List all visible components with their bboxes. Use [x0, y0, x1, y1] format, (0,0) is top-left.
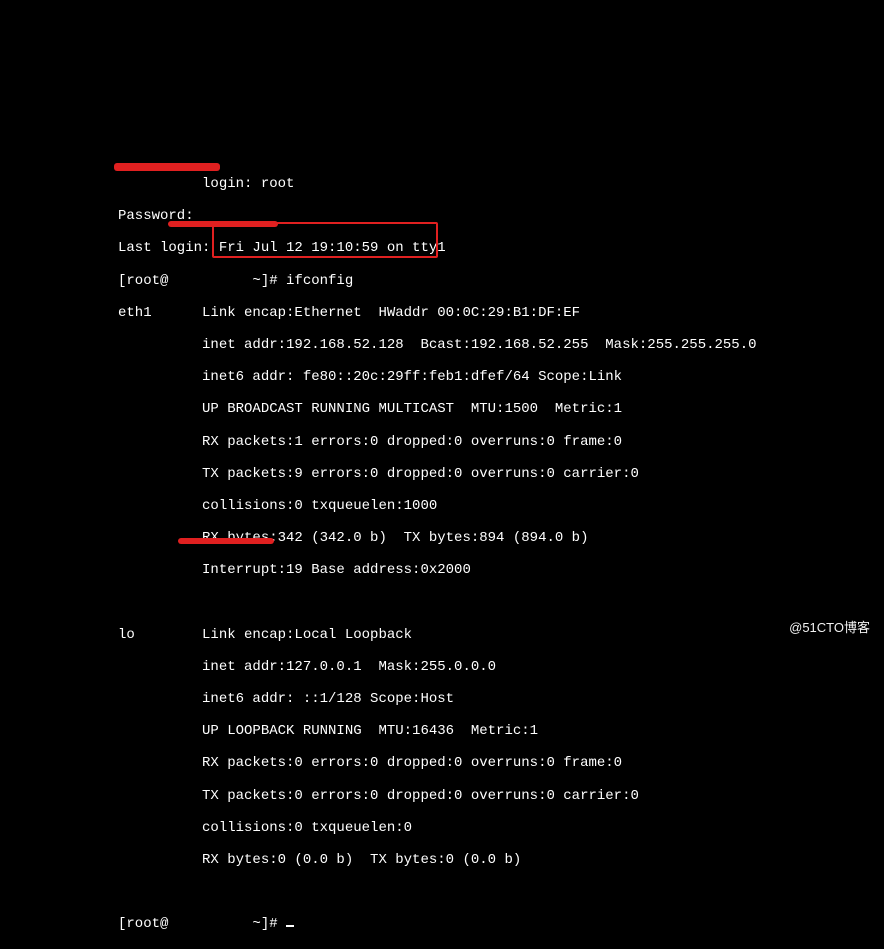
prompt-command-line: [root@ ~]# ifconfig: [118, 273, 757, 289]
blank-line: [118, 595, 757, 611]
lo-inet: inet addr:127.0.0.1 Mask:255.0.0.0: [118, 659, 757, 675]
highlight-annotation: [212, 222, 438, 258]
lo-collisions: collisions:0 txqueuelen:0: [118, 820, 757, 836]
prompt-idle-line[interactable]: [root@ ~]#: [118, 916, 757, 932]
eth1-inet6: inet6 addr: fe80::20c:29ff:feb1:dfef/64 …: [118, 369, 757, 385]
lo-bytes: RX bytes:0 (0.0 b) TX bytes:0 (0.0 b): [118, 852, 757, 868]
lo-tx-packets: TX packets:0 errors:0 dropped:0 overruns…: [118, 788, 757, 804]
eth1-flags: UP BROADCAST RUNNING MULTICAST MTU:1500 …: [118, 401, 757, 417]
login-line: login: root: [118, 176, 757, 192]
lo-inet6: inet6 addr: ::1/128 Scope:Host: [118, 691, 757, 707]
watermark-text: @51CTO博客: [789, 621, 870, 636]
eth1-link: eth1 Link encap:Ethernet HWaddr 00:0C:29…: [118, 305, 757, 321]
lo-link: lo Link encap:Local Loopback: [118, 627, 757, 643]
blank-line-2: [118, 884, 757, 900]
eth1-rx-packets: RX packets:1 errors:0 dropped:0 overruns…: [118, 434, 757, 450]
eth1-interrupt: Interrupt:19 Base address:0x2000: [118, 562, 757, 578]
eth1-tx-packets: TX packets:9 errors:0 dropped:0 overruns…: [118, 466, 757, 482]
eth1-collisions: collisions:0 txqueuelen:1000: [118, 498, 757, 514]
terminal-output[interactable]: login: root Password: Last login: Fri Ju…: [118, 160, 757, 949]
eth1-inet: inet addr:192.168.52.128 Bcast:192.168.5…: [118, 337, 757, 353]
redaction-mark: [114, 163, 220, 171]
lo-flags: UP LOOPBACK RUNNING MTU:16436 Metric:1: [118, 723, 757, 739]
redaction-mark: [178, 538, 274, 544]
lo-rx-packets: RX packets:0 errors:0 dropped:0 overruns…: [118, 755, 757, 771]
cursor-icon: [286, 925, 294, 927]
prompt-idle-text: [root@ ~]#: [118, 916, 286, 932]
